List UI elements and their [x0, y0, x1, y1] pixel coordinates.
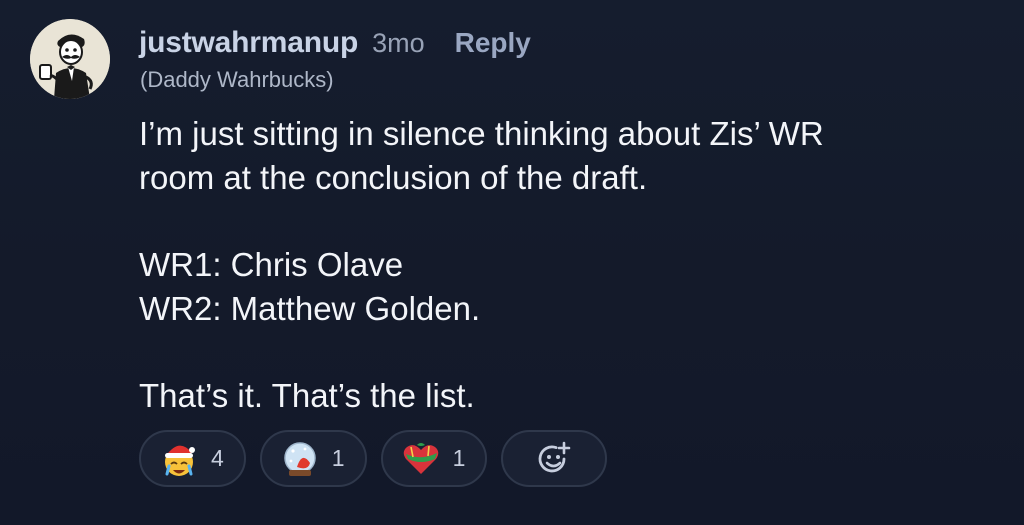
comment: justwahrmanup 3mo Reply (Daddy Wahrbucks…: [0, 0, 1024, 525]
user-flair: (Daddy Wahrbucks): [140, 67, 334, 92]
comment-body: I’m just sitting in silence thinking abo…: [139, 112, 999, 418]
gift-wrapped-heart-emoji-icon: [403, 442, 438, 474]
comment-paragraph: WR1: Chris Olave WR2: Matthew Golden.: [139, 246, 481, 327]
add-reaction-button[interactable]: [501, 430, 608, 487]
username-link[interactable]: justwahrmanup: [139, 26, 358, 60]
reaction-crying-santa[interactable]: 4: [139, 430, 246, 487]
reply-button[interactable]: Reply: [455, 27, 531, 59]
snow-globe-emoji-icon: [284, 441, 316, 476]
reaction-count: 1: [452, 445, 466, 471]
reaction-snow-globe[interactable]: 1: [259, 430, 367, 487]
reaction-gift-heart[interactable]: 1: [380, 430, 488, 487]
comment-header: justwahrmanup 3mo Reply: [139, 26, 531, 60]
user-avatar[interactable]: [30, 19, 110, 99]
comment-paragraph: I’m just sitting in silence thinking abo…: [139, 115, 824, 196]
crying-santa-emoji-icon: [165, 445, 195, 476]
reaction-count: 1: [331, 445, 345, 471]
reaction-count: 4: [211, 445, 224, 471]
comment-timestamp: 3mo: [372, 28, 425, 58]
comment-paragraph: That’s it. That’s the list.: [139, 377, 475, 414]
add-emoji-icon: [538, 441, 571, 472]
mustached-man-avatar-icon: [30, 19, 110, 99]
reaction-bar: 4 1 1: [139, 430, 608, 487]
